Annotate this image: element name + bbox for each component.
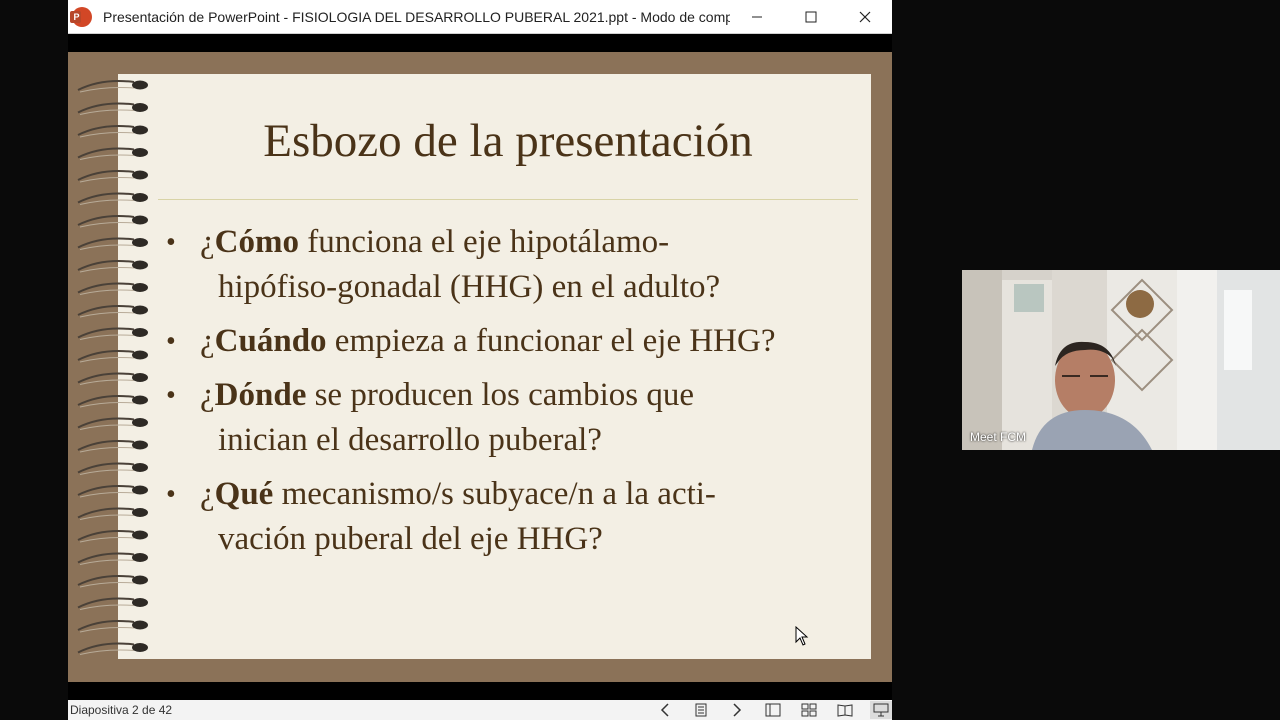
bullet-item: ¿Cómo funciona el eje hipotálamo- hipófi… bbox=[166, 220, 866, 310]
spiral-ring bbox=[77, 597, 148, 610]
spiral-ring bbox=[77, 170, 148, 183]
slide-canvas[interactable]: Esbozo de la presentación ¿Cómo funciona… bbox=[68, 52, 892, 682]
bullet-item: ¿Cuándo empieza a funcionar el eje HHG? bbox=[166, 319, 866, 364]
spiral-ring bbox=[77, 575, 148, 588]
bullet-keyword: Cómo bbox=[214, 224, 299, 260]
spiral-ring bbox=[77, 305, 148, 318]
spiral-ring bbox=[77, 440, 148, 453]
bullet-item: ¿Qué mecanismo/s subyace/n a la acti- va… bbox=[166, 472, 866, 562]
powerpoint-window: P Presentación de PowerPoint - FISIOLOGI… bbox=[68, 0, 892, 720]
bullet-text-continuation: hipófiso-gonadal (HHG) en el adulto? bbox=[218, 269, 721, 305]
bullet-prefix: ¿ bbox=[200, 476, 215, 512]
spiral-ring bbox=[77, 395, 148, 408]
slide-title: Esbozo de la presentación bbox=[263, 115, 753, 167]
notebook-spiral-binding bbox=[77, 80, 148, 655]
bullet-prefix: ¿ bbox=[200, 323, 215, 359]
participant-name: Meet FCM bbox=[970, 430, 1027, 444]
bullet-prefix: ¿ bbox=[200, 377, 215, 413]
reading-view-icon bbox=[837, 704, 853, 717]
bullet-keyword: Dónde bbox=[214, 377, 307, 413]
spiral-ring bbox=[77, 620, 148, 633]
powerpoint-icon: P bbox=[70, 6, 92, 27]
powerpoint-icon-letter: P bbox=[73, 11, 80, 22]
chevron-right-icon bbox=[733, 703, 742, 717]
notes-page-icon bbox=[695, 703, 707, 717]
spiral-ring bbox=[77, 125, 148, 138]
close-icon bbox=[859, 11, 871, 22]
spiral-ring bbox=[77, 350, 148, 363]
close-button[interactable] bbox=[838, 0, 892, 34]
reading-view-button[interactable] bbox=[834, 701, 856, 719]
bullet-text: se producen los cambios que bbox=[306, 377, 694, 413]
normal-view-button[interactable] bbox=[762, 701, 784, 719]
bullet-text: empieza a funcionar el eje HHG? bbox=[326, 323, 776, 359]
slideshow-icon bbox=[873, 703, 889, 717]
status-bar: Diapositiva 2 de 42 bbox=[68, 700, 892, 720]
title-bar: P Presentación de PowerPoint - FISIOLOGI… bbox=[68, 0, 892, 34]
bullet-text: funciona el eje hipotálamo- bbox=[298, 224, 670, 260]
next-slide-button[interactable] bbox=[726, 701, 748, 719]
mouse-cursor-icon bbox=[795, 626, 809, 646]
minimize-button[interactable] bbox=[730, 0, 784, 34]
spiral-ring bbox=[77, 260, 148, 273]
participant-video-tile[interactable]: Meet FCM bbox=[962, 270, 1280, 450]
spiral-ring bbox=[77, 485, 148, 498]
bullet-text: mecanismo/s subyace/n a la acti- bbox=[273, 476, 716, 512]
spiral-ring bbox=[77, 282, 148, 295]
view-controls bbox=[640, 700, 892, 720]
spiral-ring bbox=[77, 147, 148, 160]
spiral-ring bbox=[77, 237, 148, 250]
slide-paper: Esbozo de la presentación ¿Cómo funciona… bbox=[118, 74, 871, 659]
bullet-text-continuation: inician el desarrollo puberal? bbox=[218, 422, 602, 458]
spiral-ring bbox=[77, 327, 148, 340]
bullet-keyword: Qué bbox=[214, 476, 274, 512]
maximize-button[interactable] bbox=[784, 0, 838, 34]
spiral-ring bbox=[77, 642, 148, 655]
participant-video-feed bbox=[962, 270, 1280, 450]
spiral-ring bbox=[77, 417, 148, 430]
spiral-ring bbox=[77, 530, 148, 543]
spiral-ring bbox=[77, 102, 148, 115]
maximize-icon bbox=[805, 11, 817, 22]
spiral-ring bbox=[77, 552, 148, 565]
slide-sorter-button[interactable] bbox=[798, 701, 820, 719]
spiral-ring bbox=[77, 507, 148, 520]
bullet-prefix: ¿ bbox=[200, 224, 215, 260]
spiral-ring bbox=[77, 462, 148, 475]
spiral-ring bbox=[77, 80, 148, 93]
previous-slide-button[interactable] bbox=[654, 701, 676, 719]
minimize-icon bbox=[752, 16, 762, 17]
bullet-item: ¿Dónde se producen los cambios que inici… bbox=[166, 373, 866, 463]
bullet-text-continuation: vación puberal del eje HHG? bbox=[218, 521, 603, 557]
bullet-keyword: Cuándo bbox=[214, 323, 327, 359]
spiral-ring bbox=[77, 372, 148, 385]
bullet-list: ¿Cómo funciona el eje hipotálamo- hipófi… bbox=[166, 220, 866, 571]
slide-menu-button[interactable] bbox=[690, 701, 712, 719]
slide-sorter-icon bbox=[801, 703, 817, 717]
chevron-left-icon bbox=[660, 703, 669, 717]
slide-counter: Diapositiva 2 de 42 bbox=[70, 703, 173, 717]
spiral-ring bbox=[77, 215, 148, 228]
slideshow-view-button[interactable] bbox=[870, 701, 892, 719]
title-divider bbox=[158, 199, 858, 200]
spiral-ring bbox=[77, 192, 148, 205]
normal-view-icon bbox=[765, 703, 781, 717]
window-title: Presentación de PowerPoint - FISIOLOGIA … bbox=[103, 8, 730, 25]
